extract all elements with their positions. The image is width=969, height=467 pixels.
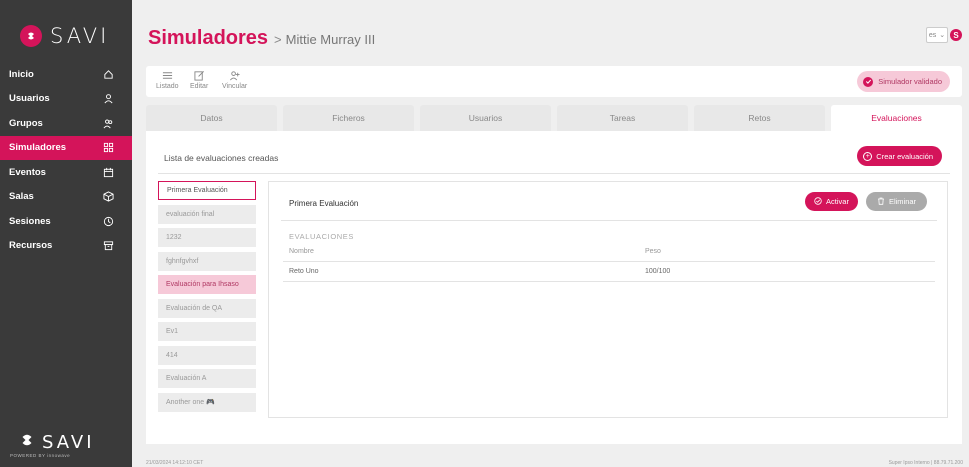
create-evaluation-button[interactable]: + Crear evaluación xyxy=(857,146,942,166)
table-header: Nombre Peso xyxy=(283,242,935,262)
sidebar-item-label: Inicio xyxy=(9,68,34,80)
trash-icon xyxy=(877,197,885,207)
footer-timestamp: 21/03/2024 14:12:10 CET xyxy=(146,460,204,466)
footer-brand: SAVI xyxy=(18,431,95,454)
toolbar: Listado Editar Vincular Simulador valida… xyxy=(146,66,962,97)
cell-nombre: Reto Uno xyxy=(289,268,319,275)
column-header-peso: Peso xyxy=(645,248,661,255)
status-badge-label: Simulador validado xyxy=(878,77,942,86)
grid-icon xyxy=(102,142,114,154)
cell-peso: 100/100 xyxy=(645,268,671,275)
sidebar-item-label: Grupos xyxy=(9,117,43,129)
list-item[interactable]: Ev1 xyxy=(158,322,256,341)
user-avatar[interactable]: S xyxy=(950,29,962,41)
language-value: es xyxy=(928,31,937,39)
breadcrumb-current: Mittie Murray III xyxy=(285,32,376,47)
list-item[interactable]: Evaluación A xyxy=(158,369,256,388)
list-item[interactable]: fghnfgvhxf xyxy=(158,251,256,271)
sidebar: SAVI Inicio Usuarios Grupos Simuladores … xyxy=(0,0,132,467)
sidebar-item-label: Salas xyxy=(9,191,34,203)
plus-circle-icon: + xyxy=(863,151,873,161)
footer-info: Super Ipso Interno | 88.79.71.200 xyxy=(888,460,963,466)
table-row: Reto Uno 100/100 xyxy=(283,262,935,282)
list-item[interactable]: Another one 🎮 xyxy=(158,392,256,412)
sidebar-item-salas[interactable]: Salas xyxy=(0,185,132,210)
sidebar-item-usuarios[interactable]: Usuarios xyxy=(0,87,132,112)
list-item[interactable]: Primera Evaluación xyxy=(158,181,256,200)
status-badge: Simulador validado xyxy=(857,71,950,92)
clock-icon xyxy=(102,215,114,227)
tab-evaluaciones[interactable]: Evaluaciones xyxy=(831,105,962,131)
powered-by: POWERED BY innowave xyxy=(10,453,71,458)
edit-icon xyxy=(194,71,204,81)
sidebar-item-eventos[interactable]: Eventos xyxy=(0,160,132,185)
page-title-text: Simuladores xyxy=(148,27,269,49)
column-header-nombre: Nombre xyxy=(289,248,314,255)
editar-label: Editar xyxy=(190,83,209,90)
activate-label: Activar xyxy=(826,197,849,206)
cube-icon xyxy=(102,191,114,203)
breadcrumb-separator: > xyxy=(274,32,282,47)
criteria-table: Nombre Peso Reto Uno 100/100 xyxy=(283,242,935,282)
list-icon xyxy=(162,72,172,79)
vincular-button[interactable]: Vincular xyxy=(222,70,247,90)
evaluation-detail-title: Primera Evaluación xyxy=(289,199,359,208)
list-item[interactable]: Evaluación de QA xyxy=(158,298,256,318)
section-label: EVALUACIONES xyxy=(289,232,354,241)
editar-button[interactable]: Editar xyxy=(190,70,208,90)
sidebar-item-label: Recursos xyxy=(9,240,53,252)
evaluation-list: Primera Evaluación evaluación final 1232… xyxy=(158,181,256,416)
tab-usuarios[interactable]: Usuarios xyxy=(420,105,551,131)
footer-brand-name: SAVI xyxy=(42,432,95,453)
tab-datos[interactable]: Datos xyxy=(146,105,277,131)
check-circle-icon xyxy=(863,76,874,87)
brand-logo[interactable]: SAVI xyxy=(20,24,109,48)
delete-button[interactable]: Eliminar xyxy=(866,192,927,211)
sidebar-item-label: Simuladores xyxy=(9,142,67,154)
sidebar-item-label: Eventos xyxy=(9,166,46,178)
delete-label: Eliminar xyxy=(888,197,917,206)
create-evaluation-label: Crear evaluación xyxy=(876,151,933,161)
sidebar-item-label: Usuarios xyxy=(9,93,50,105)
home-icon xyxy=(102,68,114,80)
divider xyxy=(158,173,950,174)
sidebar-item-label: Sesiones xyxy=(9,215,51,227)
evaluations-panel: Lista de evaluaciones creadas + Crear ev… xyxy=(146,131,962,444)
sidebar-item-recursos[interactable]: Recursos xyxy=(0,234,132,259)
listado-button[interactable]: Listado xyxy=(156,70,179,90)
sidebar-nav: Inicio Usuarios Grupos Simuladores Event… xyxy=(0,62,132,258)
page-title: Simuladores > Mittie Murray III xyxy=(148,27,375,50)
tab-retos[interactable]: Retos xyxy=(694,105,825,131)
archive-icon xyxy=(102,240,114,252)
list-item[interactable]: evaluación final xyxy=(158,204,256,224)
vincular-label: Vincular xyxy=(222,83,248,90)
sidebar-item-grupos[interactable]: Grupos xyxy=(0,111,132,136)
language-select[interactable]: es ⌄ xyxy=(926,27,948,43)
user-icon xyxy=(102,93,114,105)
list-item[interactable]: 1232 xyxy=(158,228,256,247)
tab-tareas[interactable]: Tareas xyxy=(557,105,688,131)
tab-ficheros[interactable]: Ficheros xyxy=(283,105,414,131)
check-circle-icon xyxy=(814,196,822,207)
chevron-down-icon: ⌄ xyxy=(939,32,946,39)
activate-button[interactable]: Activar xyxy=(805,192,858,211)
brand-name: SAVI xyxy=(50,24,110,48)
sidebar-item-inicio[interactable]: Inicio xyxy=(0,62,132,87)
evaluation-detail: Primera Evaluación Activar Eliminar EVAL… xyxy=(268,181,948,418)
calendar-icon xyxy=(102,166,114,178)
savi-logo-icon xyxy=(18,431,36,454)
user-plus-icon xyxy=(230,71,240,81)
sidebar-item-simuladores[interactable]: Simuladores xyxy=(0,135,132,160)
list-item[interactable]: Evaluación para Ihsaso xyxy=(158,275,256,294)
sidebar-item-sesiones[interactable]: Sesiones xyxy=(0,209,132,234)
evaluations-list-title: Lista de evaluaciones creadas xyxy=(164,153,279,163)
divider xyxy=(281,220,937,221)
listado-label: Listado xyxy=(156,83,179,90)
tabs: Datos Ficheros Usuarios Tareas Retos Eva… xyxy=(146,105,962,131)
list-item[interactable]: 414 xyxy=(158,345,256,365)
users-icon xyxy=(102,117,114,129)
savi-logo-icon xyxy=(20,25,42,47)
